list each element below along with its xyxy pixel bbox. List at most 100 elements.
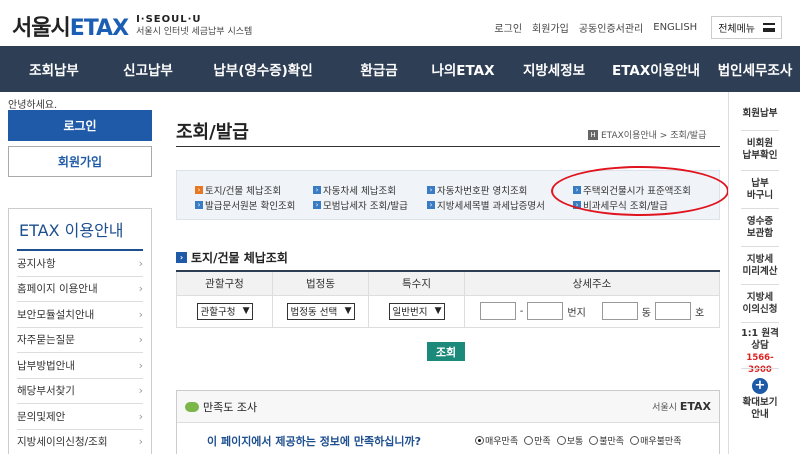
radio[interactable] xyxy=(589,436,599,445)
util-english-link[interactable]: ENGLISH xyxy=(653,22,697,33)
chevron-right-icon: › xyxy=(138,282,143,296)
quick-pay-basket[interactable]: 납부 바구니 xyxy=(735,178,785,202)
main-nav: 조회납부 신고납부 납부(영수증)확인 환급금 나의ETAX 지방세정보 ETA… xyxy=(0,46,800,92)
chevron-right-icon: › xyxy=(138,435,143,449)
chevron-down-icon: ▼ xyxy=(434,306,442,316)
chevron-right-icon: › xyxy=(138,307,143,321)
nav-item-inquiry-pay[interactable]: 조회납부 xyxy=(0,59,108,79)
all-menu-button[interactable]: 전체메뉴 xyxy=(711,16,782,39)
hamburger-icon xyxy=(763,23,775,32)
page-title: 조회/발급 xyxy=(176,122,249,143)
radio[interactable] xyxy=(556,436,566,445)
link-car-tax-arrears[interactable]: › 자동차세 체납조회 xyxy=(313,183,396,197)
beonji-sub-input[interactable] xyxy=(527,302,564,320)
link-model-taxpayer[interactable]: › 모범납세자 조회/발급 xyxy=(313,198,408,212)
quick-member-pay[interactable]: 회원납부 xyxy=(735,108,785,120)
login-button[interactable]: 로그인 xyxy=(8,110,152,141)
survey-option-very-dissatisfied[interactable]: 매우불만족 xyxy=(630,434,682,447)
arrow-right-icon: › xyxy=(176,252,187,263)
arrow-right-icon: › xyxy=(195,201,203,209)
join-button[interactable]: 회원가입 xyxy=(8,146,152,177)
utility-links: 로그인 회원가입 공동인증서관리 ENGLISH 전체메뉴 xyxy=(494,16,782,39)
link-tax-certificate[interactable]: › 지방세세목별 과세납증명서 xyxy=(427,198,545,212)
nav-item-report-pay[interactable]: 신고납부 xyxy=(108,59,188,79)
breadcrumb: H ETAX이용안내 > 조회/발급 xyxy=(588,128,706,141)
title-divider xyxy=(176,146,720,147)
greeting-text: 안녕하세요. xyxy=(8,100,58,111)
quick-zoom-guide[interactable]: + 확대보기 안내 xyxy=(735,378,785,421)
table-header: 상세주소 xyxy=(464,271,720,296)
beonji-main-input[interactable] xyxy=(479,302,516,320)
chevron-right-icon: › xyxy=(138,358,143,372)
arrow-right-icon: › xyxy=(313,186,321,194)
quick-objection[interactable]: 지방세 이의신청 xyxy=(735,292,785,316)
sidebar-item-homepage-guide[interactable]: 홈페이지 이용안내 › xyxy=(17,277,143,302)
nav-item-local-tax-info[interactable]: 지방세정보 xyxy=(506,59,602,79)
section-title: › 토지/건물 체납조회 xyxy=(176,249,288,266)
survey-title: 만족도 조사 xyxy=(203,400,258,414)
site-logo[interactable]: 서울시ETAX I·SEOUL·U 서울시 인터넷 세금납부 시스템 xyxy=(12,10,252,42)
nav-item-refund[interactable]: 환급금 xyxy=(338,59,420,79)
chevron-down-icon: ▼ xyxy=(242,306,250,316)
survey-option-dissatisfied[interactable]: 불만족 xyxy=(589,434,624,447)
nav-item-my-etax[interactable]: 나의ETAX xyxy=(420,59,506,79)
survey-option-neutral[interactable]: 보통 xyxy=(556,434,583,447)
nav-item-etax-guide[interactable]: ETAX이용안내 xyxy=(602,59,710,79)
radio-selected[interactable] xyxy=(475,436,484,445)
survey-options: 매우만족 만족 보통 불만족 매우불만족 xyxy=(475,434,682,447)
quick-tax-calc[interactable]: 지방세 미리계산 xyxy=(735,254,785,278)
sidebar-item-objection[interactable]: 지방세이의신청/조회 › xyxy=(17,430,143,454)
sidebar-menu: ETAX 이용안내 공지사항 › 홈페이지 이용안내 › 보안모듈설치안내 › 자주묻… xyxy=(8,208,152,454)
table-header: 관할구청 xyxy=(176,271,273,296)
survey-question: 이 페이지에서 제공하는 정보에 만족하십니까? xyxy=(207,435,421,448)
dong-select[interactable]: 법정동 선택 ▼ xyxy=(286,302,355,320)
dong-input[interactable] xyxy=(601,302,638,320)
sidebar-item-payment-method[interactable]: 납부방법안내 › xyxy=(17,353,143,379)
survey-brand: 서울시 ETAX xyxy=(652,400,711,413)
survey-option-satisfied[interactable]: 만족 xyxy=(524,434,551,447)
chevron-right-icon: › xyxy=(138,333,143,347)
chevron-right-icon: › xyxy=(138,384,143,398)
sidebar-item-security-module[interactable]: 보안모듈설치안내 › xyxy=(17,302,143,328)
sidebar-title: ETAX 이용안내 xyxy=(17,209,143,251)
quick-menu: 회원납부 비회원 납부확인 납부 바구니 영수증 보관함 지방세 미리계산 지방… xyxy=(728,92,800,454)
sidebar-item-inquiry[interactable]: 문의및제안 › xyxy=(17,404,143,430)
util-login-link[interactable]: 로그인 xyxy=(494,20,522,35)
plus-icon: + xyxy=(752,378,768,394)
district-select[interactable]: 관할구청 ▼ xyxy=(196,302,253,320)
nav-item-receipt[interactable]: 납부(영수증)확인 xyxy=(188,59,338,79)
quick-nonmember-check[interactable]: 비회원 납부확인 xyxy=(735,138,785,162)
logo-subtitle: I·SEOUL·U 서울시 인터넷 세금납부 시스템 xyxy=(136,14,253,37)
ho-input[interactable] xyxy=(655,302,691,320)
satisfaction-survey: 만족도 조사 서울시 ETAX 이 페이지에서 제공하는 정보에 만족하십니까?… xyxy=(176,390,720,454)
logo-text: 서울시ETAX xyxy=(12,16,129,41)
special-land-select[interactable]: 일반번지 ▼ xyxy=(388,302,445,320)
chevron-right-icon: › xyxy=(138,256,143,270)
nav-item-corp-audit[interactable]: 법인세무조사 xyxy=(710,59,800,79)
arrow-right-icon: › xyxy=(313,201,321,209)
link-document-verify[interactable]: › 발급문서원본 확인조회 xyxy=(195,198,295,212)
radio[interactable] xyxy=(524,436,534,445)
util-join-link[interactable]: 회원가입 xyxy=(532,20,569,35)
sidebar-item-notice[interactable]: 공지사항 › xyxy=(17,251,143,277)
sidebar-item-find-dept[interactable]: 해당부서찾기 › xyxy=(17,379,143,404)
table-header: 법정동 xyxy=(272,271,369,296)
util-cert-link[interactable]: 공동인증서관리 xyxy=(579,20,643,35)
search-button[interactable]: 조회 xyxy=(427,342,465,361)
arrow-right-icon: › xyxy=(427,186,435,194)
survey-option-very-satisfied[interactable]: 매우만족 xyxy=(475,434,518,447)
radio[interactable] xyxy=(630,436,640,445)
quick-receipt-box[interactable]: 영수증 보관함 xyxy=(735,216,785,240)
sidebar-item-faq[interactable]: 자주묻는질문 › xyxy=(17,328,143,353)
support-phone: 1566-3900 xyxy=(746,353,774,375)
arrow-right-icon: › xyxy=(195,186,203,194)
speech-bubble-icon xyxy=(185,401,199,412)
arrow-right-icon: › xyxy=(427,201,435,209)
link-plate-seizure[interactable]: › 자동차번호판 영치조회 xyxy=(427,183,527,197)
chevron-down-icon: ▼ xyxy=(344,306,352,316)
chevron-right-icon: › xyxy=(138,409,143,423)
detail-address: - 번지 동 호 xyxy=(465,302,719,320)
link-land-arrears[interactable]: › 토지/건물 체납조회 xyxy=(195,183,281,197)
table-header: 특수지 xyxy=(368,271,465,296)
home-icon[interactable]: H xyxy=(588,129,598,140)
